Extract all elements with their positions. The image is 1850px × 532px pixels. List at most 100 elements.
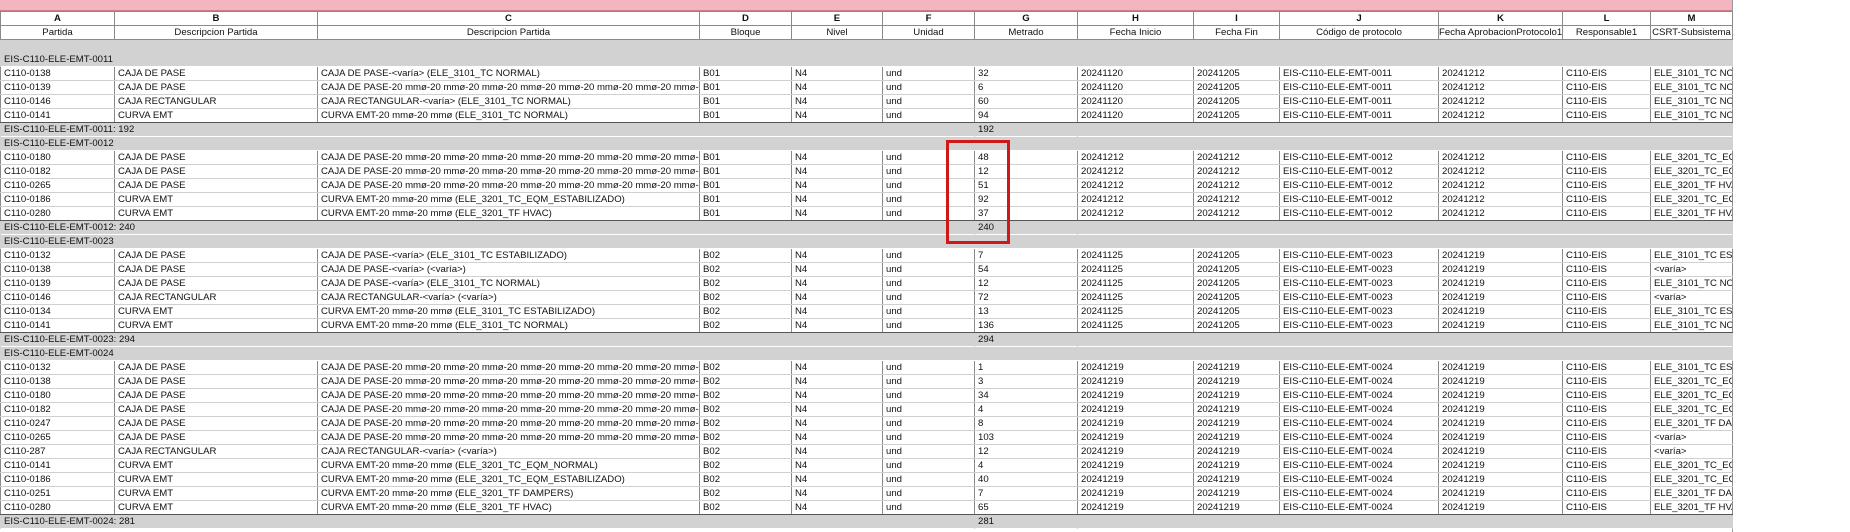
cell[interactable]: ELE_3101_TC NOR	[1650, 318, 1733, 333]
cell[interactable]: 20241205	[1193, 318, 1280, 333]
cell[interactable]: 20241219	[1193, 416, 1280, 431]
cell[interactable]: CAJA RECTANGULAR-<varía> (<varía>)	[317, 290, 700, 305]
cell[interactable]: N4	[791, 430, 883, 445]
cell[interactable]: 20241212	[1077, 150, 1194, 165]
cell[interactable]: 20241219	[1193, 472, 1280, 487]
cell[interactable]: N4	[791, 150, 883, 165]
cell[interactable]: CAJA DE PASE	[114, 402, 318, 417]
cell[interactable]: 20241219	[1438, 500, 1563, 515]
cell[interactable]: CAJA DE PASE	[114, 164, 318, 179]
cell[interactable]: C110-0180	[0, 150, 115, 165]
cell[interactable]: B01	[699, 150, 792, 165]
cell[interactable]: 20241205	[1193, 80, 1280, 95]
cell[interactable]: CAJA DE PASE	[114, 80, 318, 95]
cell[interactable]: CURVA EMT	[114, 304, 318, 319]
cell[interactable]: ELE_3201_TC_EQ	[1650, 374, 1733, 389]
cell[interactable]: C110-EIS	[1562, 444, 1651, 459]
cell[interactable]: C110-EIS	[1562, 402, 1651, 417]
cell[interactable]: B02	[699, 444, 792, 459]
cell[interactable]: CAJA RECTANGULAR-<varía> (ELE_3101_TC NO…	[317, 94, 700, 109]
cell[interactable]: B02	[699, 276, 792, 291]
cell[interactable]: B02	[699, 416, 792, 431]
cell[interactable]: 20241219	[1438, 472, 1563, 487]
cell[interactable]: und	[882, 458, 975, 473]
cell[interactable]: ELE_3101_TC NOR	[1650, 108, 1733, 123]
cell[interactable]: ELE_3201_TC_EQ	[1650, 388, 1733, 403]
column-header[interactable]: Bloque	[699, 25, 792, 40]
column-header[interactable]: Nivel	[791, 25, 883, 40]
cell[interactable]: C110-0247	[0, 416, 115, 431]
cell[interactable]: und	[882, 444, 975, 459]
group-summary-label[interactable]: EIS-C110-ELE-EMT-0024: 281	[0, 514, 975, 529]
cell[interactable]: und	[882, 248, 975, 263]
cell[interactable]: 20241212	[1438, 164, 1563, 179]
cell[interactable]: 20241219	[1193, 360, 1280, 375]
cell[interactable]: B02	[699, 374, 792, 389]
cell[interactable]: 20241120	[1077, 94, 1194, 109]
cell[interactable]: CURVA EMT	[114, 192, 318, 207]
cell[interactable]: C110-EIS	[1562, 360, 1651, 375]
column-letter[interactable]: F	[882, 11, 975, 26]
cell[interactable]: 20241120	[1077, 66, 1194, 81]
cell[interactable]: ELE_3201_TC_EQ	[1650, 402, 1733, 417]
cell[interactable]: EIS-C110-ELE-EMT-0023	[1279, 318, 1439, 333]
cell[interactable]: C110-0146	[0, 94, 115, 109]
cell[interactable]: N4	[791, 178, 883, 193]
column-header[interactable]: Fecha Fin	[1193, 25, 1280, 40]
cell[interactable]: 92	[974, 192, 1078, 207]
cell[interactable]: C110-EIS	[1562, 206, 1651, 221]
cell[interactable]: CAJA DE PASE-<varía> (ELE_3101_TC NORMAL…	[317, 276, 700, 291]
cell[interactable]: CURVA EMT	[114, 458, 318, 473]
cell[interactable]: C110-287	[0, 444, 115, 459]
cell[interactable]: C110-0139	[0, 276, 115, 291]
cell[interactable]: C110-EIS	[1562, 318, 1651, 333]
column-header[interactable]: Descripcion Partida	[114, 25, 318, 40]
cell[interactable]: N4	[791, 192, 883, 207]
cell[interactable]: B02	[699, 304, 792, 319]
cell[interactable]: CAJA DE PASE-<varía> (<varía>)	[317, 262, 700, 277]
cell[interactable]: N4	[791, 486, 883, 501]
cell[interactable]: 20241219	[1438, 388, 1563, 403]
cell[interactable]: C110-EIS	[1562, 164, 1651, 179]
cell[interactable]: 20241219	[1193, 500, 1280, 515]
group-total[interactable]: 192	[974, 122, 1078, 137]
cell[interactable]: 20241205	[1193, 276, 1280, 291]
cell[interactable]: 20241219	[1438, 360, 1563, 375]
cell[interactable]: N4	[791, 248, 883, 263]
cell[interactable]: 34	[974, 388, 1078, 403]
cell[interactable]: 7	[974, 486, 1078, 501]
cell[interactable]: N4	[791, 262, 883, 277]
cell[interactable]: 12	[974, 276, 1078, 291]
cell[interactable]: C110-0280	[0, 500, 115, 515]
cell[interactable]: 20241205	[1193, 304, 1280, 319]
cell[interactable]: 40	[974, 472, 1078, 487]
group-summary-label[interactable]: EIS-C110-ELE-EMT-0011: 192	[0, 122, 975, 137]
cell[interactable]: 7	[974, 248, 1078, 263]
cell[interactable]: und	[882, 360, 975, 375]
column-letter[interactable]: C	[317, 11, 700, 26]
cell[interactable]: <varía>	[1650, 262, 1733, 277]
cell[interactable]: 20241219	[1438, 374, 1563, 389]
column-header[interactable]: Unidad	[882, 25, 975, 40]
column-letter[interactable]: G	[974, 11, 1078, 26]
cell[interactable]: <varía>	[1650, 430, 1733, 445]
cell[interactable]: EIS-C110-ELE-EMT-0023	[1279, 290, 1439, 305]
cell[interactable]: ELE_3201_TF DAM	[1650, 416, 1733, 431]
cell[interactable]: und	[882, 178, 975, 193]
cell[interactable]: CURVA EMT-20 mmø-20 mmø (ELE_3201_TC_EQM…	[317, 192, 700, 207]
cell[interactable]: CURVA EMT	[114, 206, 318, 221]
cell[interactable]: 20241219	[1438, 430, 1563, 445]
cell[interactable]: N4	[791, 374, 883, 389]
group-header[interactable]: EIS-C110-ELE-EMT-0012	[0, 136, 1733, 151]
group-header[interactable]: EIS-C110-ELE-EMT-0023	[0, 234, 1733, 249]
cell[interactable]: CURVA EMT-20 mmø-20 mmø (ELE_3101_TC EST…	[317, 304, 700, 319]
cell[interactable]: CAJA DE PASE	[114, 248, 318, 263]
cell[interactable]: CURVA EMT-20 mmø-20 mmø (ELE_3201_TC_EQM…	[317, 458, 700, 473]
cell[interactable]: 20241219	[1077, 500, 1194, 515]
cell[interactable]: C110-0141	[0, 318, 115, 333]
cell[interactable]: N4	[791, 472, 883, 487]
cell[interactable]: B02	[699, 458, 792, 473]
cell[interactable]: CAJA DE PASE	[114, 150, 318, 165]
cell[interactable]: C110-EIS	[1562, 66, 1651, 81]
cell[interactable]: B02	[699, 472, 792, 487]
